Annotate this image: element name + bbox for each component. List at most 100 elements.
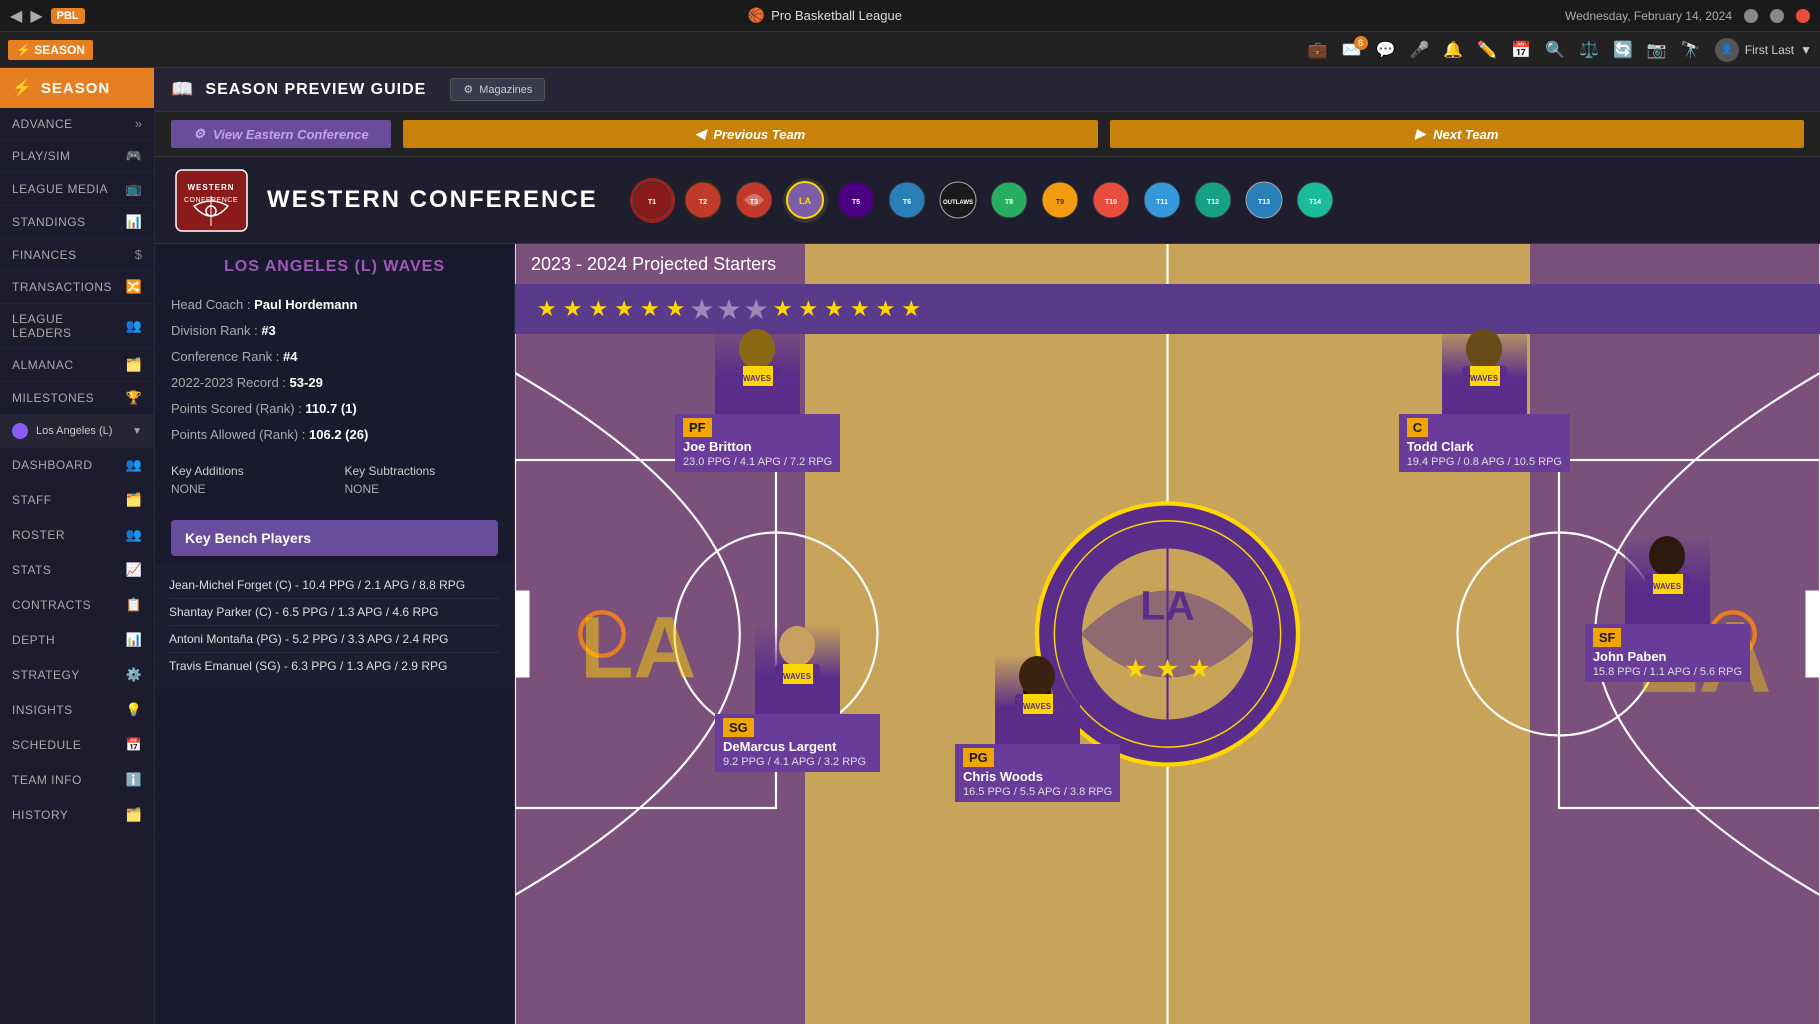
- points-allowed-row: Points Allowed (Rank) : 106.2 (26): [171, 422, 498, 448]
- team-logo-5[interactable]: T5: [834, 178, 879, 223]
- camera-icon[interactable]: 📷: [1647, 40, 1667, 60]
- team-logo-13[interactable]: T13: [1242, 178, 1287, 223]
- star-5: ★: [640, 296, 660, 322]
- back-button[interactable]: ◀: [10, 6, 22, 26]
- team-logo-10[interactable]: T10: [1089, 178, 1134, 223]
- key-additions-label: Key Additions: [171, 464, 325, 478]
- user-area[interactable]: 👤 First Last ▼: [1715, 38, 1812, 62]
- advance-label: ADVANCE: [12, 117, 73, 131]
- team-logo-4[interactable]: LA: [783, 178, 828, 223]
- search-icon[interactable]: 🔍: [1545, 40, 1565, 60]
- refresh-icon[interactable]: 🔄: [1613, 40, 1633, 60]
- pg-info-box: PG Chris Woods 16.5 PPG / 5.5 APG / 3.8 …: [955, 744, 1120, 802]
- sidebar-item-league-leaders[interactable]: LEAGUE LEADERS 👥: [0, 304, 154, 349]
- sg-avatar: WAVES: [755, 624, 840, 714]
- roster-icon: 👥: [126, 527, 142, 543]
- team-logo-11[interactable]: T11: [1140, 178, 1185, 223]
- svg-text:WESTERN: WESTERN: [187, 183, 234, 192]
- team-logo-1[interactable]: T1: [630, 178, 675, 223]
- season-header[interactable]: ⚡ SEASON: [0, 68, 154, 108]
- calendar-icon[interactable]: 📅: [1511, 40, 1531, 60]
- team-logo-3[interactable]: T3: [732, 178, 777, 223]
- c-avatar: WAVES: [1442, 324, 1527, 414]
- content-header: 📖 SEASON PREVIEW GUIDE ⚙ Magazines: [155, 68, 1820, 112]
- user-dropdown-icon: ▼: [1800, 43, 1812, 57]
- sidebar-item-stats[interactable]: STATS 📈: [0, 553, 154, 588]
- star-white-2: ★: [717, 293, 742, 326]
- pg-position: PG: [963, 748, 994, 767]
- team-logo-6[interactable]: T6: [885, 178, 930, 223]
- key-additions-value: NONE: [171, 482, 325, 496]
- avatar: 👤: [1715, 38, 1739, 62]
- sf-position: SF: [1593, 628, 1622, 647]
- roster-label: ROSTER: [12, 528, 65, 542]
- close-button[interactable]: [1796, 9, 1810, 23]
- finances-icon: $: [135, 247, 142, 262]
- sidebar-item-roster[interactable]: ROSTER 👥: [0, 518, 154, 553]
- team-logo-14[interactable]: T14: [1293, 178, 1338, 223]
- star-9: ★: [824, 296, 844, 322]
- sidebar-item-transactions[interactable]: TRANSACTIONS 🔀: [0, 271, 154, 304]
- sidebar-item-contracts[interactable]: CONTRACTS 📋: [0, 588, 154, 623]
- next-team-button[interactable]: ▶ Next Team: [1110, 120, 1805, 148]
- team-logo-8[interactable]: T8: [987, 178, 1032, 223]
- key-additions-col: Key Additions NONE: [171, 464, 325, 496]
- star-3: ★: [588, 296, 608, 322]
- star-2: ★: [563, 296, 583, 322]
- previous-team-button[interactable]: ◀ Previous Team: [403, 120, 1098, 148]
- sidebar-item-playsim[interactable]: PLAY/SIM 🎮: [0, 140, 154, 173]
- briefcase-icon[interactable]: 💼: [1308, 40, 1328, 60]
- player-card-sg[interactable]: WAVES SG DeMarcus Largent 9.2 PPG / 4.1 …: [715, 624, 880, 772]
- team-logo-2[interactable]: T2: [681, 178, 726, 223]
- mic-icon[interactable]: 🎤: [1409, 40, 1429, 60]
- starters-title: 2023 - 2024 Projected Starters: [531, 254, 776, 275]
- sidebar-item-dashboard[interactable]: DASHBOARD 👥: [0, 448, 154, 483]
- top-nav: ⚡ SEASON 💼 ✉️ 8 💬 🎤 🔔 ✏️ 📅 🔍 ⚖️ 🔄 📷 🔭 👤 …: [0, 32, 1820, 68]
- team-logo-7[interactable]: OUTLAWS: [936, 178, 981, 223]
- svg-text:T8: T8: [1005, 199, 1013, 206]
- sidebar-item-almanac[interactable]: ALMANAC 🗂️: [0, 349, 154, 382]
- sidebar-item-advance[interactable]: ADVANCE »: [0, 108, 154, 140]
- bell-icon[interactable]: 🔔: [1443, 40, 1463, 60]
- forward-button[interactable]: ▶: [30, 6, 42, 26]
- player-card-sf[interactable]: WAVES SF John Paben 15.8 PPG / 1.1 APG /…: [1585, 534, 1750, 682]
- svg-text:T5: T5: [852, 199, 860, 206]
- chat-icon[interactable]: 💬: [1376, 40, 1396, 60]
- sidebar-item-history[interactable]: HISTORY 🗂️: [0, 798, 154, 833]
- view-eastern-button[interactable]: ⚙ View Eastern Conference: [171, 120, 391, 148]
- sidebar-item-schedule[interactable]: SCHEDULE 📅: [0, 728, 154, 763]
- team-logo-12[interactable]: T12: [1191, 178, 1236, 223]
- sidebar-item-staff[interactable]: STAFF 🗂️: [0, 483, 154, 518]
- pf-avatar: WAVES: [715, 324, 800, 414]
- binoculars-icon[interactable]: 🔭: [1681, 40, 1701, 60]
- sidebar-item-league-media[interactable]: LEAGUE MEDIA 📺: [0, 173, 154, 206]
- team-selector[interactable]: Los Angeles (L) ▼: [0, 415, 154, 448]
- next-icon: ▶: [1415, 126, 1425, 142]
- maximize-button[interactable]: [1770, 9, 1784, 23]
- sidebar-item-milestones[interactable]: MILESTONES 🏆: [0, 382, 154, 415]
- sidebar-item-depth[interactable]: DEPTH 📊: [0, 623, 154, 658]
- advance-icon: »: [135, 116, 142, 131]
- depth-icon: 📊: [126, 632, 142, 648]
- magazines-button[interactable]: ⚙ Magazines: [450, 78, 545, 101]
- star-11: ★: [876, 296, 896, 322]
- player-card-pg[interactable]: WAVES PG Chris Woods 16.5 PPG / 5.5 APG …: [955, 654, 1120, 802]
- sidebar-item-strategy[interactable]: STRATEGY ⚙️: [0, 658, 154, 693]
- sidebar-item-finances[interactable]: FINANCES $: [0, 239, 154, 271]
- svg-text:T13: T13: [1258, 199, 1270, 206]
- edit-icon[interactable]: ✏️: [1477, 40, 1497, 60]
- scale-icon[interactable]: ⚖️: [1579, 40, 1599, 60]
- sf-stats: 15.8 PPG / 1.1 APG / 5.6 RPG: [1593, 666, 1742, 678]
- svg-text:T3: T3: [750, 199, 758, 206]
- player-card-c[interactable]: WAVES C Todd Clark 19.4 PPG / 0.8 APG / …: [1399, 324, 1570, 472]
- transactions-icon: 🔀: [126, 279, 142, 295]
- team-logo-9[interactable]: T9: [1038, 178, 1083, 223]
- sidebar-item-insights[interactable]: INSIGHTS 💡: [0, 693, 154, 728]
- mail-icon[interactable]: ✉️ 8: [1342, 40, 1362, 60]
- player-card-pf[interactable]: WAVES PF Joe Britton 23.0 PPG / 4.1 APG …: [675, 324, 840, 472]
- season-badge[interactable]: ⚡ SEASON: [8, 40, 93, 60]
- sidebar-item-standings[interactable]: STANDINGS 📊: [0, 206, 154, 239]
- minimize-button[interactable]: [1744, 9, 1758, 23]
- sidebar: ⚡ SEASON ADVANCE » PLAY/SIM 🎮 LEAGUE MED…: [0, 68, 155, 1024]
- sidebar-item-team-info[interactable]: TEAM INFO ℹ️: [0, 763, 154, 798]
